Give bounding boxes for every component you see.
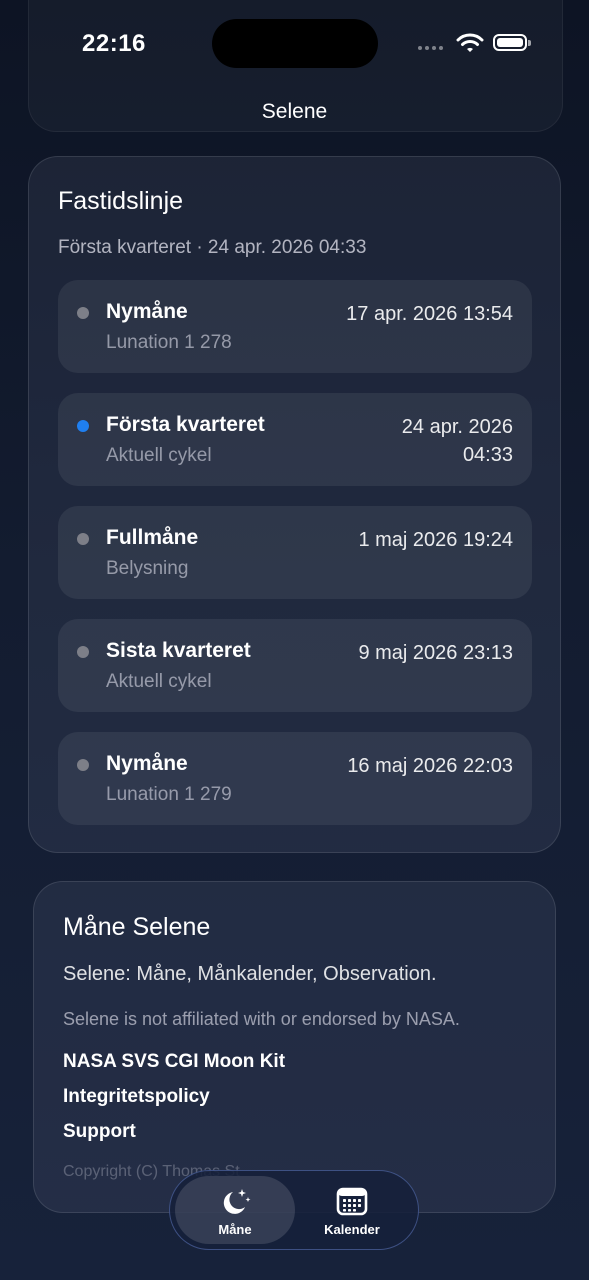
row-detail: Lunation 1 279 xyxy=(106,784,232,805)
row-date: 24 apr. 2026 04:33 xyxy=(401,416,513,466)
cellular-signal-icon xyxy=(418,46,443,50)
tab-kalender[interactable]: Kalender xyxy=(292,1176,412,1244)
about-description: Selene: Måne, Månkalender, Observation. xyxy=(63,963,437,985)
timeline-row[interactable]: Första kvarteret Aktuell cykel 24 apr. 2… xyxy=(58,393,532,486)
calendar-icon xyxy=(336,1187,368,1216)
support-link[interactable]: Support xyxy=(63,1121,136,1143)
tab-mane[interactable]: Måne xyxy=(175,1176,295,1244)
phase-dot-active xyxy=(77,420,89,432)
row-phase: Nymåne xyxy=(106,300,188,323)
row-detail: Aktuell cykel xyxy=(106,445,212,466)
battery-icon xyxy=(493,34,531,51)
row-phase: Första kvarteret xyxy=(106,413,265,436)
phase-dot xyxy=(77,533,89,545)
timeline-row[interactable]: Fullmåne Belysning 1 maj 2026 19:24 xyxy=(58,506,532,599)
row-detail: Lunation 1 278 xyxy=(106,332,232,353)
moon-stars-icon xyxy=(223,1189,251,1214)
timeline-row[interactable]: Sista kvarteret Aktuell cykel 9 maj 2026… xyxy=(58,619,532,712)
tab-label: Måne xyxy=(218,1222,252,1237)
row-phase: Fullmåne xyxy=(106,526,199,549)
status-time: 22:16 xyxy=(82,30,146,57)
row-date: 17 apr. 2026 13:54 xyxy=(346,303,513,325)
timeline-card: Fastidslinje Första kvarteret · 24 apr. … xyxy=(28,156,561,853)
nasa-moon-kit-link[interactable]: NASA SVS CGI Moon Kit xyxy=(63,1051,285,1073)
phase-dot xyxy=(77,759,89,771)
about-card: Måne Selene Selene: Måne, Månkalender, O… xyxy=(33,881,556,1213)
timeline-subtitle: Första kvarteret · 24 apr. 2026 04:33 xyxy=(58,237,367,258)
row-detail: Aktuell cykel xyxy=(106,671,212,692)
tab-bar: Måne Kalender xyxy=(169,1170,419,1250)
timeline-list: Nymåne Lunation 1 278 17 apr. 2026 13:54… xyxy=(58,280,532,845)
status-bar: 22:16 xyxy=(0,0,589,86)
row-detail: Belysning xyxy=(106,558,189,579)
row-phase: Nymåne xyxy=(106,752,188,775)
tab-label: Kalender xyxy=(324,1222,380,1237)
row-phase: Sista kvarteret xyxy=(106,639,251,662)
wifi-icon xyxy=(456,33,484,52)
about-title: Måne Selene xyxy=(63,913,211,941)
privacy-policy-link[interactable]: Integritetspolicy xyxy=(63,1086,210,1108)
phase-dot xyxy=(77,646,89,658)
phase-dot xyxy=(77,307,89,319)
timeline-row[interactable]: Nymåne Lunation 1 278 17 apr. 2026 13:54 xyxy=(58,280,532,373)
timeline-title: Fastidslinje xyxy=(58,187,184,215)
page-title: Selene xyxy=(261,100,328,123)
row-date: 16 maj 2026 22:03 xyxy=(347,755,513,777)
row-date: 1 maj 2026 19:24 xyxy=(358,529,513,551)
timeline-row[interactable]: Nymåne Lunation 1 279 16 maj 2026 22:03 xyxy=(58,732,532,825)
about-disclaimer: Selene is not affiliated with or endorse… xyxy=(63,1009,460,1029)
dynamic-island xyxy=(212,19,378,68)
row-date: 9 maj 2026 23:13 xyxy=(358,642,513,664)
